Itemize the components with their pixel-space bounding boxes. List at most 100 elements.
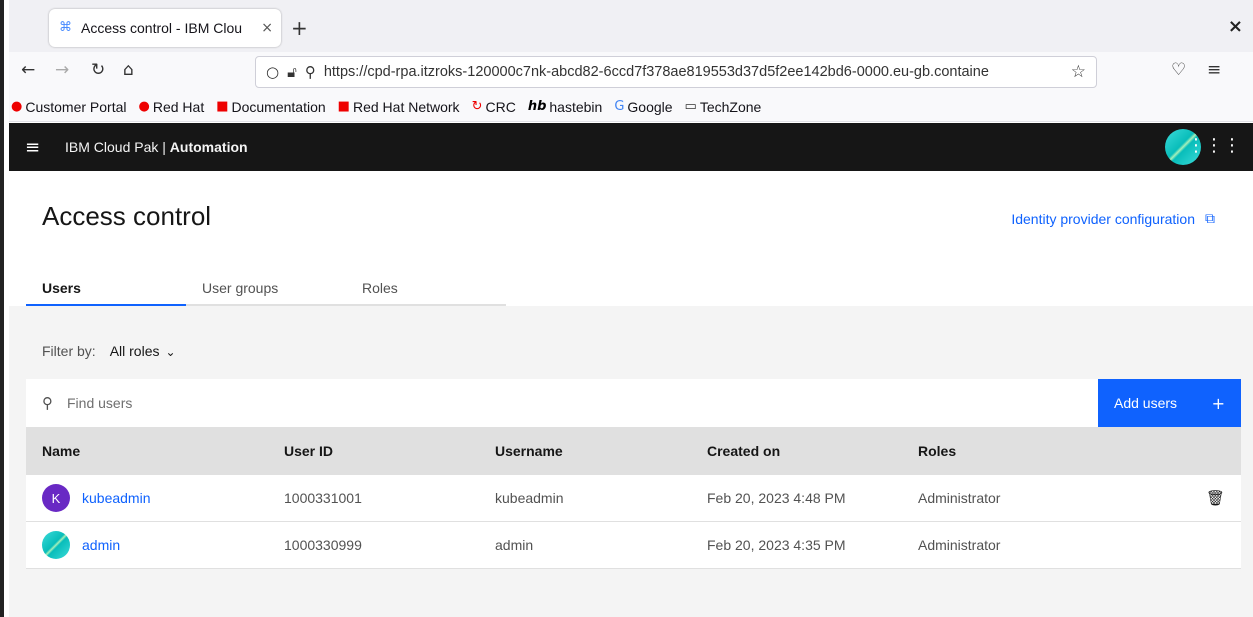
table-row: admin 1000330999 admin Feb 20, 2023 4:35 PM… — [26, 522, 1241, 569]
folder-icon: ▭ — [684, 99, 697, 114]
bookmark-documentation[interactable]: ■ Documentation — [216, 99, 325, 115]
shield-icon[interactable]: ○ — [266, 63, 279, 81]
browser-window: ⌘ Access control - IBM Clou × + × ← → ↻ … — [9, 0, 1253, 617]
roles-cell: Administrator — [918, 490, 1001, 506]
reload-icon[interactable]: ↻ — [91, 60, 105, 80]
bookmark-red-hat[interactable]: ● Red Hat — [139, 99, 205, 115]
user-name-link[interactable]: kubeadmin — [82, 490, 151, 506]
new-tab-button[interactable]: + — [291, 16, 308, 40]
bookmark-label: TechZone — [699, 98, 762, 115]
page-content: Access control Identity provider configu… — [9, 171, 1253, 617]
bookmark-label: Red Hat — [152, 98, 205, 115]
hastebin-icon: hb — [527, 99, 547, 114]
window-close-button[interactable]: × — [1228, 16, 1243, 37]
add-users-button[interactable]: Add users + — [1098, 379, 1241, 427]
search-input[interactable] — [67, 395, 467, 411]
bookmark-label: Documentation — [231, 98, 326, 115]
home-icon[interactable]: ⌂ — [123, 60, 134, 80]
app-header: ≡ IBM Cloud Pak | Automation ⋮⋮⋮ — [9, 123, 1253, 171]
bookmark-hastebin[interactable]: hb hastebin — [528, 99, 603, 115]
hamburger-menu-icon[interactable]: ≡ — [25, 137, 45, 158]
filter-label: Filter by: — [42, 343, 96, 359]
column-header-username: Username — [495, 443, 563, 459]
avatar — [42, 531, 70, 559]
actions-cell: 🗑︎ — [1188, 489, 1241, 507]
roles-cell: Administrator — [918, 537, 1001, 553]
redhat-docs-icon: ■ — [216, 99, 229, 114]
google-icon: G — [614, 99, 625, 114]
users-table: Name User ID Username Created on Roles Kkube… — [26, 427, 1241, 569]
username-cell: kubeadmin — [495, 490, 564, 506]
tab-bar: ⌘ Access control - IBM Clou × + × — [9, 0, 1253, 52]
column-header-name: Name — [42, 443, 81, 459]
pocket-icon[interactable]: ♡ — [1171, 60, 1186, 80]
bookmark-google[interactable]: G Google — [614, 99, 672, 115]
name-cell: Kkubeadmin — [26, 484, 284, 512]
tab-users[interactable]: Users — [26, 270, 186, 306]
window-edge — [0, 0, 9, 617]
bookmark-star-icon[interactable]: ☆ — [1071, 62, 1086, 82]
menu-icon[interactable]: ≡ — [1207, 60, 1221, 80]
bookmarks-bar: ● Customer Portal ● Red Hat ■ Documentation ■ R… — [9, 92, 1253, 122]
username-cell: admin — [495, 537, 534, 553]
app-switcher-icon[interactable]: ⋮⋮⋮ — [1187, 135, 1241, 156]
redhat-icon: ● — [138, 99, 150, 114]
forward-arrow-icon[interactable]: → — [55, 60, 69, 80]
avatar: K — [42, 484, 70, 512]
table-body: Kkubeadmin 1000331001 kubeadmin Feb 20, 202… — [26, 475, 1241, 569]
bookmark-crc[interactable]: ↻ CRC — [472, 99, 516, 115]
lock-warning-icon[interactable]: 🔓︎ — [287, 63, 297, 81]
table-header: Name User ID Username Created on Roles — [26, 427, 1241, 475]
tab-title: Access control - IBM Clou — [81, 20, 243, 36]
permissions-icon[interactable]: ⚲ — [305, 63, 316, 81]
navigation-bar: ← → ↻ ⌂ ○ 🔓︎ ⚲ https://cpd-rpa.itzroks-1… — [9, 52, 1253, 92]
bookmark-label: Google — [627, 98, 673, 115]
role-filter: Filter by: All roles ⌄ — [42, 343, 176, 359]
chevron-down-icon: ⌄ — [165, 345, 176, 359]
redhat-icon: ● — [11, 99, 23, 114]
bookmark-label: Customer Portal — [25, 98, 127, 115]
bookmark-customer-portal[interactable]: ● Customer Portal — [11, 99, 127, 115]
role-filter-dropdown[interactable]: All roles ⌄ — [110, 343, 176, 359]
brand-prefix: IBM Cloud Pak | — [65, 139, 170, 155]
user-id-cell: 1000331001 — [284, 490, 362, 506]
search-icon: ⚲ — [42, 394, 53, 412]
filter-value: All roles — [109, 343, 160, 359]
column-header-created-on: Created on — [707, 443, 781, 459]
add-icon: + — [1211, 393, 1225, 413]
name-cell: admin — [26, 531, 284, 559]
bookmark-red-hat-network[interactable]: ■ Red Hat Network — [338, 99, 460, 115]
add-users-label: Add users — [1114, 395, 1178, 411]
url-text[interactable]: https://cpd-rpa.itzroks-120000c7nk-abcd8… — [324, 64, 1065, 80]
address-bar[interactable]: ○ 🔓︎ ⚲ https://cpd-rpa.itzroks-120000c7n… — [255, 56, 1097, 88]
content-tabs: Users User groups Roles — [26, 270, 506, 306]
close-icon[interactable]: × — [261, 20, 273, 36]
brand-bold: Automation — [169, 139, 248, 155]
bookmark-label: Red Hat Network — [352, 98, 460, 115]
user-name-link[interactable]: admin — [82, 537, 120, 553]
table-toolbar: ⚲ Add users + — [26, 379, 1241, 427]
tab-roles[interactable]: Roles — [346, 270, 506, 306]
redhat-network-icon: ■ — [337, 99, 350, 114]
tab-user-groups[interactable]: User groups — [186, 270, 346, 306]
bookmark-techzone[interactable]: ▭ TechZone — [685, 99, 762, 115]
created-on-cell: Feb 20, 2023 4:48 PM — [707, 490, 846, 506]
product-name[interactable]: IBM Cloud Pak | Automation — [65, 139, 248, 155]
bookmark-label: CRC — [485, 98, 516, 115]
column-header-roles: Roles — [918, 443, 957, 459]
launch-icon: ⧉ — [1205, 211, 1215, 227]
crc-icon: ↻ — [471, 99, 483, 114]
created-on-cell: Feb 20, 2023 4:35 PM — [707, 537, 846, 553]
back-arrow-icon[interactable]: ← — [21, 60, 35, 80]
column-header-user-id: User ID — [284, 443, 334, 459]
identity-provider-link-label: Identity provider configuration — [1011, 211, 1195, 227]
table-row: Kkubeadmin 1000331001 kubeadmin Feb 20, 202… — [26, 475, 1241, 522]
trash-icon[interactable]: 🗑︎ — [1206, 489, 1225, 507]
bookmark-label: hastebin — [549, 98, 603, 115]
cloud-pak-icon: ⌘ — [59, 20, 72, 35]
identity-provider-link[interactable]: Identity provider configuration ⧉ — [1011, 211, 1215, 227]
user-id-cell: 1000330999 — [284, 537, 362, 553]
search-bar: ⚲ — [26, 379, 1098, 427]
browser-tab[interactable]: ⌘ Access control - IBM Clou × — [49, 9, 281, 47]
page-title: Access control — [42, 201, 212, 231]
